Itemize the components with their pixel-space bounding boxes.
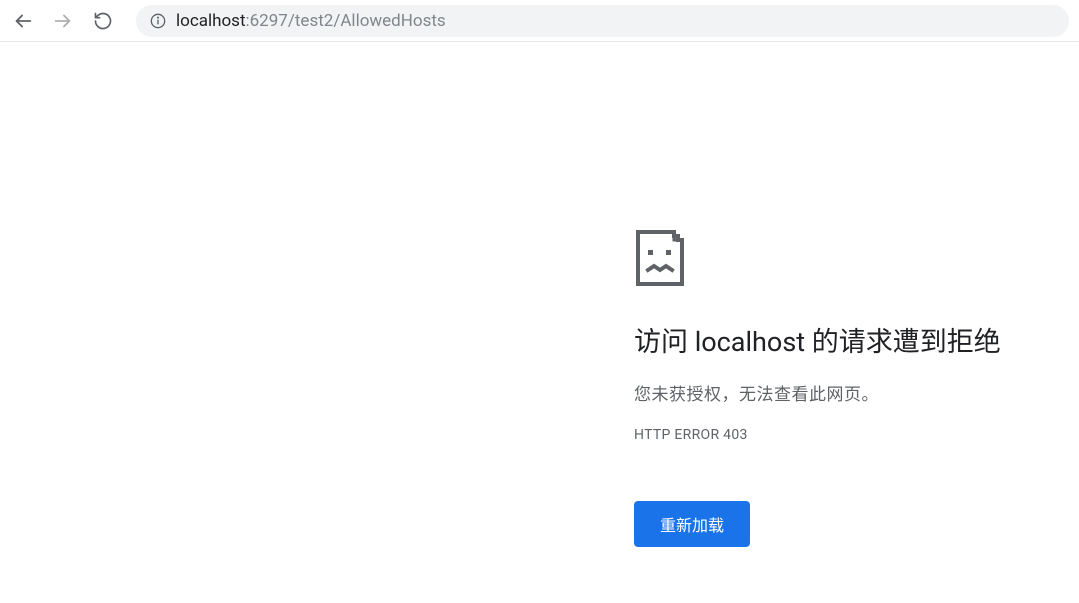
arrow-right-icon	[52, 10, 74, 32]
url-path: :6297/test2/AllowedHosts	[246, 11, 446, 31]
site-info-icon[interactable]	[150, 13, 166, 29]
reload-icon	[93, 11, 113, 31]
page-content: 访问 localhost 的请求遭到拒绝 您未获授权，无法查看此网页。 HTTP…	[0, 42, 1079, 603]
error-code: HTTP ERROR 403	[634, 427, 1054, 443]
url-text: localhost:6297/test2/AllowedHosts	[176, 11, 446, 31]
error-title-suffix: 的请求遭到拒绝	[805, 326, 1001, 358]
error-title: 访问 localhost 的请求遭到拒绝	[634, 324, 1054, 360]
back-button[interactable]	[10, 8, 36, 34]
sad-page-icon	[634, 228, 1054, 292]
error-container: 访问 localhost 的请求遭到拒绝 您未获授权，无法查看此网页。 HTTP…	[634, 228, 1054, 547]
reload-button[interactable]: 重新加载	[634, 501, 750, 547]
error-title-host: localhost	[695, 326, 805, 358]
url-host: localhost	[176, 11, 246, 31]
forward-button[interactable]	[50, 8, 76, 34]
arrow-left-icon	[12, 10, 34, 32]
address-bar[interactable]: localhost:6297/test2/AllowedHosts	[136, 5, 1069, 37]
browser-toolbar: localhost:6297/test2/AllowedHosts	[0, 0, 1079, 42]
error-subtitle: 您未获授权，无法查看此网页。	[634, 380, 1054, 405]
error-title-prefix: 访问	[634, 326, 695, 358]
reload-nav-button[interactable]	[90, 8, 116, 34]
